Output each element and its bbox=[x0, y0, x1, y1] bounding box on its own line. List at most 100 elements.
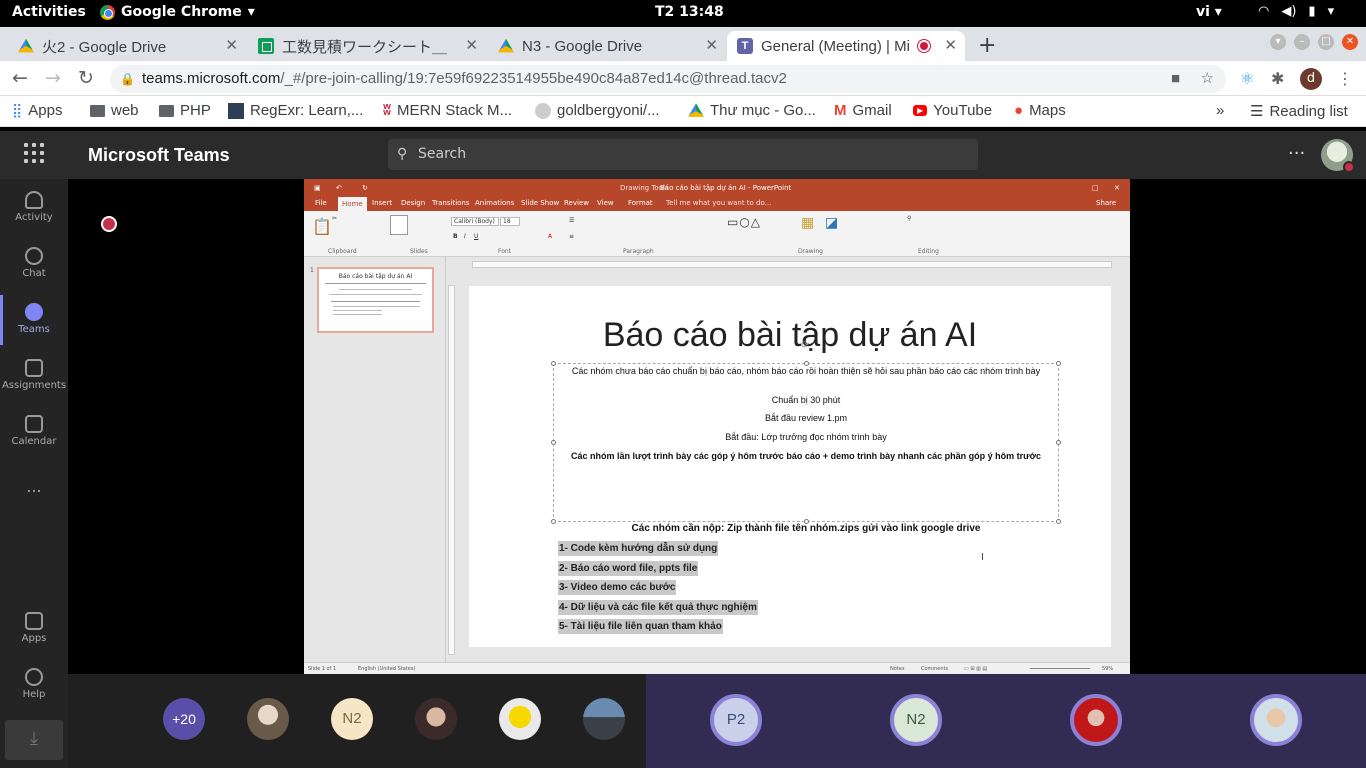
participant-avatar[interactable] bbox=[247, 698, 289, 740]
rail-assignments[interactable]: Assignments bbox=[0, 359, 68, 391]
speaker-avatar[interactable] bbox=[1070, 694, 1122, 746]
rail-calendar[interactable]: Calendar bbox=[0, 415, 68, 447]
slide-thumbnail: Báo cáo bài tập dự án AI bbox=[317, 267, 434, 333]
bookmark-folder-php[interactable]: PHP bbox=[159, 102, 211, 119]
bookmark-apps[interactable]: ⣿ Apps bbox=[12, 102, 62, 119]
browser-tab[interactable]: 工数見積ワークシート＿ ✕ bbox=[248, 31, 486, 61]
browser-tab-active[interactable]: T General (Meeting) | Mi ✕ bbox=[727, 31, 965, 61]
ppt-tab: Slide Show bbox=[521, 199, 560, 207]
volume-icon: ◀) bbox=[1281, 4, 1297, 19]
slide-list-item: 1- Code kèm hướng dẫn sử dụng bbox=[558, 541, 719, 556]
rail-chat[interactable]: Chat bbox=[0, 247, 68, 279]
close-tab-icon[interactable]: ✕ bbox=[225, 36, 238, 54]
bookmark-maps[interactable]: ● Maps bbox=[1014, 102, 1066, 119]
sheets-icon bbox=[258, 38, 274, 54]
ppt-tab: Design bbox=[401, 199, 426, 207]
user-avatar[interactable] bbox=[1321, 139, 1355, 173]
browser-toolbar: ← → ↻ 🔒 teams.microsoft.com/_#/pre-join-… bbox=[0, 61, 1366, 96]
browser-tab-strip: 火2 - Google Drive ✕ 工数見積ワークシート＿ ✕ N3 - G… bbox=[0, 27, 1366, 61]
participant-avatar[interactable] bbox=[583, 698, 625, 740]
align-icon: ≡ bbox=[569, 233, 575, 240]
url-bar[interactable]: 🔒 teams.microsoft.com/_#/pre-join-callin… bbox=[110, 65, 1226, 93]
rail-more[interactable]: ... bbox=[0, 477, 68, 496]
browser-tab[interactable]: N3 - Google Drive ✕ bbox=[488, 31, 726, 61]
system-tray[interactable]: ◠ ◀) ▮ ▾ bbox=[1258, 4, 1334, 19]
resize-handle bbox=[1056, 519, 1061, 524]
ppt-ribbon-tabs: File Home Insert Design Transitions Anim… bbox=[304, 197, 1130, 211]
reload-icon[interactable]: ↻ bbox=[78, 67, 94, 89]
participant-avatar[interactable] bbox=[499, 698, 541, 740]
forward-icon[interactable]: → bbox=[45, 67, 61, 89]
horizontal-ruler bbox=[472, 261, 1112, 268]
reading-list[interactable]: ☰ Reading list bbox=[1250, 102, 1348, 121]
participant-avatar[interactable] bbox=[415, 698, 457, 740]
bookmark-regexr[interactable]: RegExr: Learn,... bbox=[228, 102, 363, 119]
close-window-icon[interactable]: ✕ bbox=[1342, 34, 1358, 50]
close-tab-icon[interactable]: ✕ bbox=[465, 36, 478, 54]
new-tab-button[interactable]: + bbox=[978, 33, 996, 58]
profile-avatar[interactable]: d bbox=[1300, 68, 1322, 90]
bookmark-label: Maps bbox=[1029, 102, 1066, 119]
rail-activity[interactable]: Activity bbox=[0, 191, 68, 223]
app-menu[interactable]: Google Chrome ▾ bbox=[100, 4, 255, 20]
thumbnail-title: Báo cáo bài tập dự án AI bbox=[338, 273, 413, 280]
extensions-icon[interactable]: ✱ bbox=[1271, 69, 1284, 88]
text-cursor-icon: I bbox=[981, 552, 984, 563]
bookmark-mern[interactable]: ʬ MERN Stack M... bbox=[383, 102, 512, 119]
bookmark-folder-web[interactable]: web bbox=[90, 102, 139, 119]
camera-icon[interactable]: ■ bbox=[1171, 65, 1180, 93]
ribbon-group-label: Drawing bbox=[798, 248, 823, 255]
speaker-avatar-p2[interactable]: P2 bbox=[710, 694, 762, 746]
bookmark-youtube[interactable]: ▶ YouTube bbox=[913, 102, 992, 119]
ribbon-group-label: Paragraph bbox=[623, 248, 654, 255]
teams-icon bbox=[25, 303, 43, 321]
minimize-icon[interactable]: – bbox=[1294, 34, 1310, 50]
window-controls: ▾ – □ ✕ bbox=[1270, 34, 1358, 50]
speaker-avatar[interactable] bbox=[1250, 694, 1302, 746]
teams-title: Microsoft Teams bbox=[88, 145, 230, 165]
search-input[interactable]: ⚲ Search bbox=[388, 139, 978, 170]
clock[interactable]: T2 13:48 bbox=[655, 4, 724, 20]
slide-text-line: Các nhóm lần lượt trình bày các góp ý hô… bbox=[570, 451, 1042, 461]
bookmark-github[interactable]: goldbergyoni/... bbox=[535, 102, 660, 119]
chrome-menu-icon[interactable]: ⋮ bbox=[1337, 69, 1353, 88]
app-launcher-icon[interactable] bbox=[24, 143, 44, 163]
slide-submit-line: Các nhóm cần nộp: Zip thành file tên nhó… bbox=[631, 523, 981, 534]
drive-icon bbox=[688, 103, 704, 117]
share-button: Share bbox=[1096, 199, 1117, 207]
activities-button[interactable]: Activities bbox=[12, 4, 86, 20]
zoom-level: 59% bbox=[1102, 666, 1114, 672]
find-icon: ⚲ bbox=[907, 215, 912, 222]
github-icon bbox=[535, 102, 551, 119]
bookmark-drive-folder[interactable]: Thư mục - Go... bbox=[688, 102, 816, 119]
more-participants-button[interactable]: +20 bbox=[163, 698, 205, 740]
tab-search-icon[interactable]: ▾ bbox=[1270, 34, 1286, 50]
close-tab-icon[interactable]: ✕ bbox=[944, 36, 957, 54]
resize-handle bbox=[551, 361, 556, 366]
chevron-down-icon: ▾ bbox=[1327, 4, 1335, 19]
bookmark-label: Thư mục - Go... bbox=[710, 102, 816, 119]
speaker-avatar-n2[interactable]: N2 bbox=[890, 694, 942, 746]
lock-icon: 🔒 bbox=[120, 72, 135, 86]
bookmark-label: PHP bbox=[180, 102, 211, 119]
rail-help[interactable]: Help bbox=[0, 668, 68, 700]
browser-tab[interactable]: 火2 - Google Drive ✕ bbox=[8, 31, 246, 61]
rail-label: Chat bbox=[22, 268, 46, 279]
maximize-icon[interactable]: □ bbox=[1318, 34, 1334, 50]
participant-avatar-n2[interactable]: N2 bbox=[331, 698, 373, 740]
more-bookmarks-icon[interactable]: » bbox=[1216, 102, 1224, 119]
download-icon[interactable]: ⤓ bbox=[5, 720, 63, 760]
input-language[interactable]: vi ▾ bbox=[1196, 4, 1222, 20]
bookmark-star-icon[interactable]: ☆ bbox=[1201, 65, 1214, 93]
tab-title: N3 - Google Drive bbox=[522, 37, 643, 55]
react-devtools-icon[interactable]: ⚛ bbox=[1240, 69, 1254, 88]
participants-gallery: +20 N2 bbox=[68, 674, 646, 768]
close-tab-icon[interactable]: ✕ bbox=[705, 36, 718, 54]
more-options-icon[interactable]: ··· bbox=[1288, 143, 1305, 164]
recording-icon bbox=[917, 40, 930, 52]
bookmark-gmail[interactable]: M Gmail bbox=[834, 102, 892, 119]
rail-apps[interactable]: Apps bbox=[0, 612, 68, 644]
bold-icon: B bbox=[453, 233, 458, 240]
back-icon[interactable]: ← bbox=[12, 67, 28, 89]
rail-teams[interactable]: Teams bbox=[0, 303, 68, 335]
